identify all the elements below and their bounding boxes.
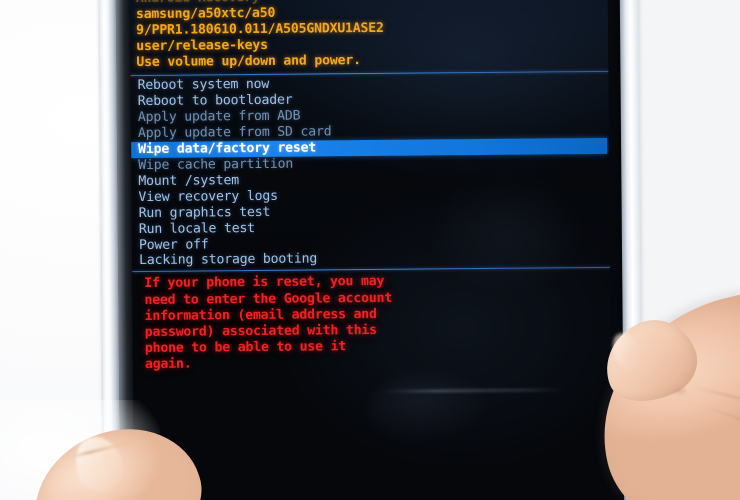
screen-reflection-lower [369,372,490,445]
recovery-header: Android Recovery samsung/a50xtc/a50 9/PP… [130,0,609,74]
recovery-screen: Android Recovery samsung/a50xtc/a50 9/PP… [129,0,613,500]
smartphone-device: Android Recovery samsung/a50xtc/a50 9/PP… [98,0,643,500]
recovery-menu: Reboot system now Reboot to bootloader A… [130,74,610,269]
header-line-hint: Use volume up/down and power. [136,53,361,71]
screenshot-scene: Android Recovery samsung/a50xtc/a50 9/PP… [0,0,740,500]
factory-reset-warning: If your phone is reset, you may need to … [132,270,611,373]
menu-item-lacking-storage-booting[interactable]: Lacking storage booting [138,249,610,269]
screen-reflection-streak [383,388,564,393]
